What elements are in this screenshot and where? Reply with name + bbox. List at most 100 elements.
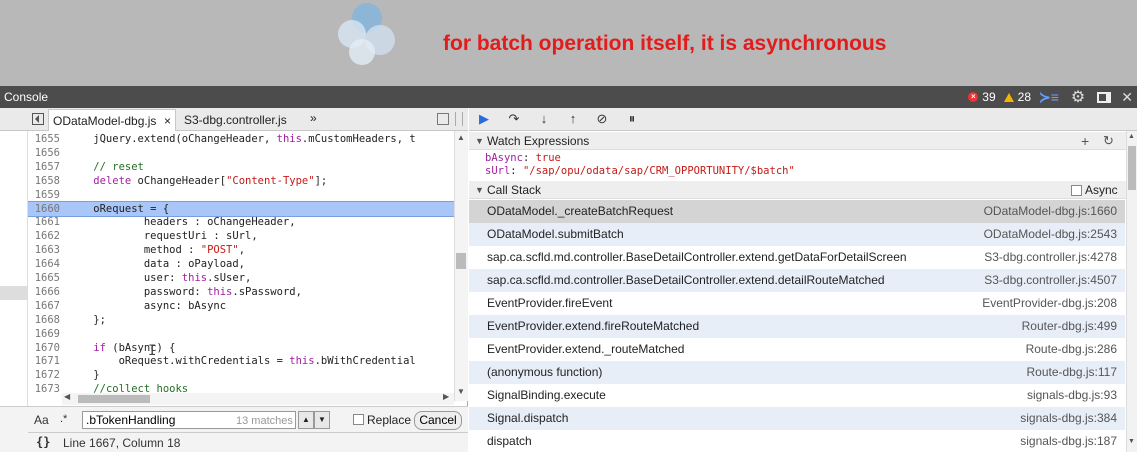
pretty-print-icon[interactable]: {}	[36, 435, 50, 449]
editor-hscroll-thumb[interactable]	[78, 395, 150, 403]
code-line[interactable]: 1657 // reset	[28, 160, 454, 174]
line-number[interactable]: 1670	[28, 341, 60, 355]
show-drawer-icon[interactable]: ≻≡	[1039, 89, 1059, 106]
match-case-toggle[interactable]: Aa	[34, 413, 49, 427]
frame-location-link[interactable]: ODataModel-dbg.js:2543	[984, 223, 1117, 246]
dock-icon[interactable]	[1097, 91, 1112, 103]
line-number[interactable]: 1661	[28, 215, 60, 229]
call-frame[interactable]: dispatch signals-dbg.js:187	[469, 430, 1125, 452]
step-into-icon[interactable]: ↓	[535, 111, 553, 127]
line-number[interactable]: 1658	[28, 174, 60, 188]
deactivate-breakpoints-icon[interactable]: ⊘	[593, 111, 611, 127]
sidebar-vscroll-thumb[interactable]	[1128, 146, 1136, 190]
scroll-up-icon[interactable]: ▲	[1128, 133, 1135, 140]
line-number[interactable]: 1657	[28, 160, 60, 174]
call-frame[interactable]: SignalBinding.execute signals-dbg.js:93	[469, 384, 1125, 407]
toggle-debugger-icon[interactable]	[437, 113, 449, 125]
call-frame[interactable]: ODataModel._createBatchRequest ODataModel…	[469, 200, 1125, 223]
code-line[interactable]: 1667 async: bAsync	[28, 299, 454, 313]
refresh-icon[interactable]: ↻	[1103, 132, 1114, 150]
frame-location-link[interactable]: signals-dbg.js:384	[1020, 407, 1117, 430]
code-line[interactable]: 1662 requestUri : sUrl,	[28, 229, 454, 243]
pause-on-exceptions-icon[interactable]: ⏸	[623, 111, 641, 127]
frame-location-link[interactable]: ODataModel-dbg.js:1660	[984, 200, 1117, 223]
cancel-button[interactable]: Cancel	[414, 411, 462, 430]
tab-s3-controller[interactable]: S3-dbg.controller.js	[180, 109, 291, 131]
warning-icon[interactable]	[1003, 92, 1014, 102]
code-line[interactable]: 1661 headers : oChangeHeader,	[28, 215, 454, 229]
line-number[interactable]: 1659	[28, 188, 60, 202]
call-frame[interactable]: EventProvider.extend.fireRouteMatched Rou…	[469, 315, 1125, 338]
code-line-breakpoint[interactable]: 1660 oRequest = {	[28, 200, 454, 217]
line-number[interactable]: 1673	[28, 382, 60, 396]
code-line[interactable]: 1664 data : oPayload,	[28, 257, 454, 271]
resume-icon[interactable]: ▶	[475, 111, 493, 127]
line-number[interactable]: 1662	[28, 229, 60, 243]
scroll-up-icon[interactable]: ▲	[457, 133, 465, 142]
frame-location-link[interactable]: signals-dbg.js:187	[1020, 430, 1117, 452]
error-icon[interactable]: ×	[968, 92, 979, 102]
call-frame[interactable]: sap.ca.scfld.md.controller.BaseDetailCon…	[469, 246, 1125, 269]
line-number[interactable]: 1656	[28, 146, 60, 160]
line-number[interactable]: 1672	[28, 368, 60, 382]
code-line[interactable]: 1670 if (bAsync) {	[28, 341, 454, 355]
code-line[interactable]: 1663 method : "POST",	[28, 243, 454, 257]
frame-location-link[interactable]: EventProvider-dbg.js:208	[982, 292, 1117, 315]
scroll-left-icon[interactable]: ◀	[64, 392, 70, 401]
code-line[interactable]: 1655 jQuery.extend(oChangeHeader, this.m…	[28, 132, 454, 146]
more-tabs-icon[interactable]: »	[310, 111, 317, 125]
call-frame[interactable]: Signal.dispatch signals-dbg.js:384	[469, 407, 1125, 430]
call-frame[interactable]: EventProvider.fireEvent EventProvider-dbg…	[469, 292, 1125, 315]
call-stack-header[interactable]: ▼ Call Stack Async	[469, 181, 1127, 199]
close-icon[interactable]: ✕	[1121, 89, 1133, 106]
frame-location-link[interactable]: Route-dbg.js:117	[1026, 361, 1117, 384]
tab-close-icon[interactable]: ×	[164, 110, 171, 132]
code-line[interactable]: 1665 user: this.sUser,	[28, 271, 454, 285]
error-count[interactable]: 39	[982, 90, 995, 104]
step-out-icon[interactable]: ↑	[564, 111, 582, 127]
step-over-icon[interactable]: ↷	[505, 111, 523, 127]
frame-location-link[interactable]: signals-dbg.js:93	[1027, 384, 1117, 407]
next-match-button[interactable]: ▼	[314, 411, 330, 429]
code-line[interactable]: 1668 };	[28, 313, 454, 327]
warning-count[interactable]: 28	[1018, 90, 1031, 104]
tab-odatamodel[interactable]: ODataModel-dbg.js ×	[48, 109, 176, 131]
frame-location-link[interactable]: Router-dbg.js:499	[1022, 315, 1117, 338]
call-frame[interactable]: (anonymous function) Route-dbg.js:117	[469, 361, 1125, 384]
code-line[interactable]: 1659	[28, 188, 454, 202]
add-watch-icon[interactable]: +	[1081, 132, 1089, 150]
line-number[interactable]: 1666	[28, 285, 60, 299]
call-frame[interactable]: sap.ca.scfld.md.controller.BaseDetailCon…	[469, 269, 1125, 292]
call-frame[interactable]: ODataModel.submitBatch ODataModel-dbg.js:…	[469, 223, 1125, 246]
line-number[interactable]: 1655	[28, 132, 60, 146]
editor-vscroll-thumb[interactable]	[456, 253, 466, 269]
frame-location-link[interactable]: Route-dbg.js:286	[1026, 338, 1117, 361]
line-number[interactable]: 1660	[28, 202, 60, 216]
code-line[interactable]: 1656	[28, 146, 454, 160]
line-number[interactable]: 1669	[28, 327, 60, 341]
replace-checkbox[interactable]	[353, 414, 364, 425]
line-number[interactable]: 1671	[28, 354, 60, 368]
line-number[interactable]: 1665	[28, 271, 60, 285]
scroll-down-icon[interactable]: ▼	[457, 387, 465, 396]
line-number[interactable]: 1668	[28, 313, 60, 327]
scroll-right-icon[interactable]: ▶	[443, 392, 449, 401]
line-number[interactable]: 1664	[28, 257, 60, 271]
gear-icon[interactable]: ⚙	[1071, 87, 1085, 107]
navigator-toggle-icon[interactable]	[32, 113, 44, 125]
frame-location-link[interactable]: S3-dbg.controller.js:4507	[984, 269, 1117, 292]
line-number[interactable]: 1663	[28, 243, 60, 257]
regex-toggle[interactable]: .*	[60, 413, 67, 425]
code-line[interactable]: 1672 }	[28, 368, 454, 382]
code-line[interactable]: 1658 delete oChangeHeader["Content-Type"…	[28, 174, 454, 188]
line-number[interactable]: 1667	[28, 299, 60, 313]
call-frame[interactable]: EventProvider.extend._routeMatched Route-…	[469, 338, 1125, 361]
frame-location-link[interactable]: S3-dbg.controller.js:4278	[984, 246, 1117, 269]
async-checkbox[interactable]	[1071, 185, 1082, 196]
scroll-down-icon[interactable]: ▼	[1128, 438, 1135, 445]
previous-match-button[interactable]: ▲	[298, 411, 314, 429]
code-view[interactable]: 1655 jQuery.extend(oChangeHeader, this.m…	[28, 131, 454, 401]
console-title[interactable]: Console	[4, 90, 48, 104]
code-line[interactable]: 1671 oRequest.withCredentials = this.bWi…	[28, 354, 454, 368]
code-line[interactable]: 1666 password: this.sPassword,	[28, 285, 454, 299]
